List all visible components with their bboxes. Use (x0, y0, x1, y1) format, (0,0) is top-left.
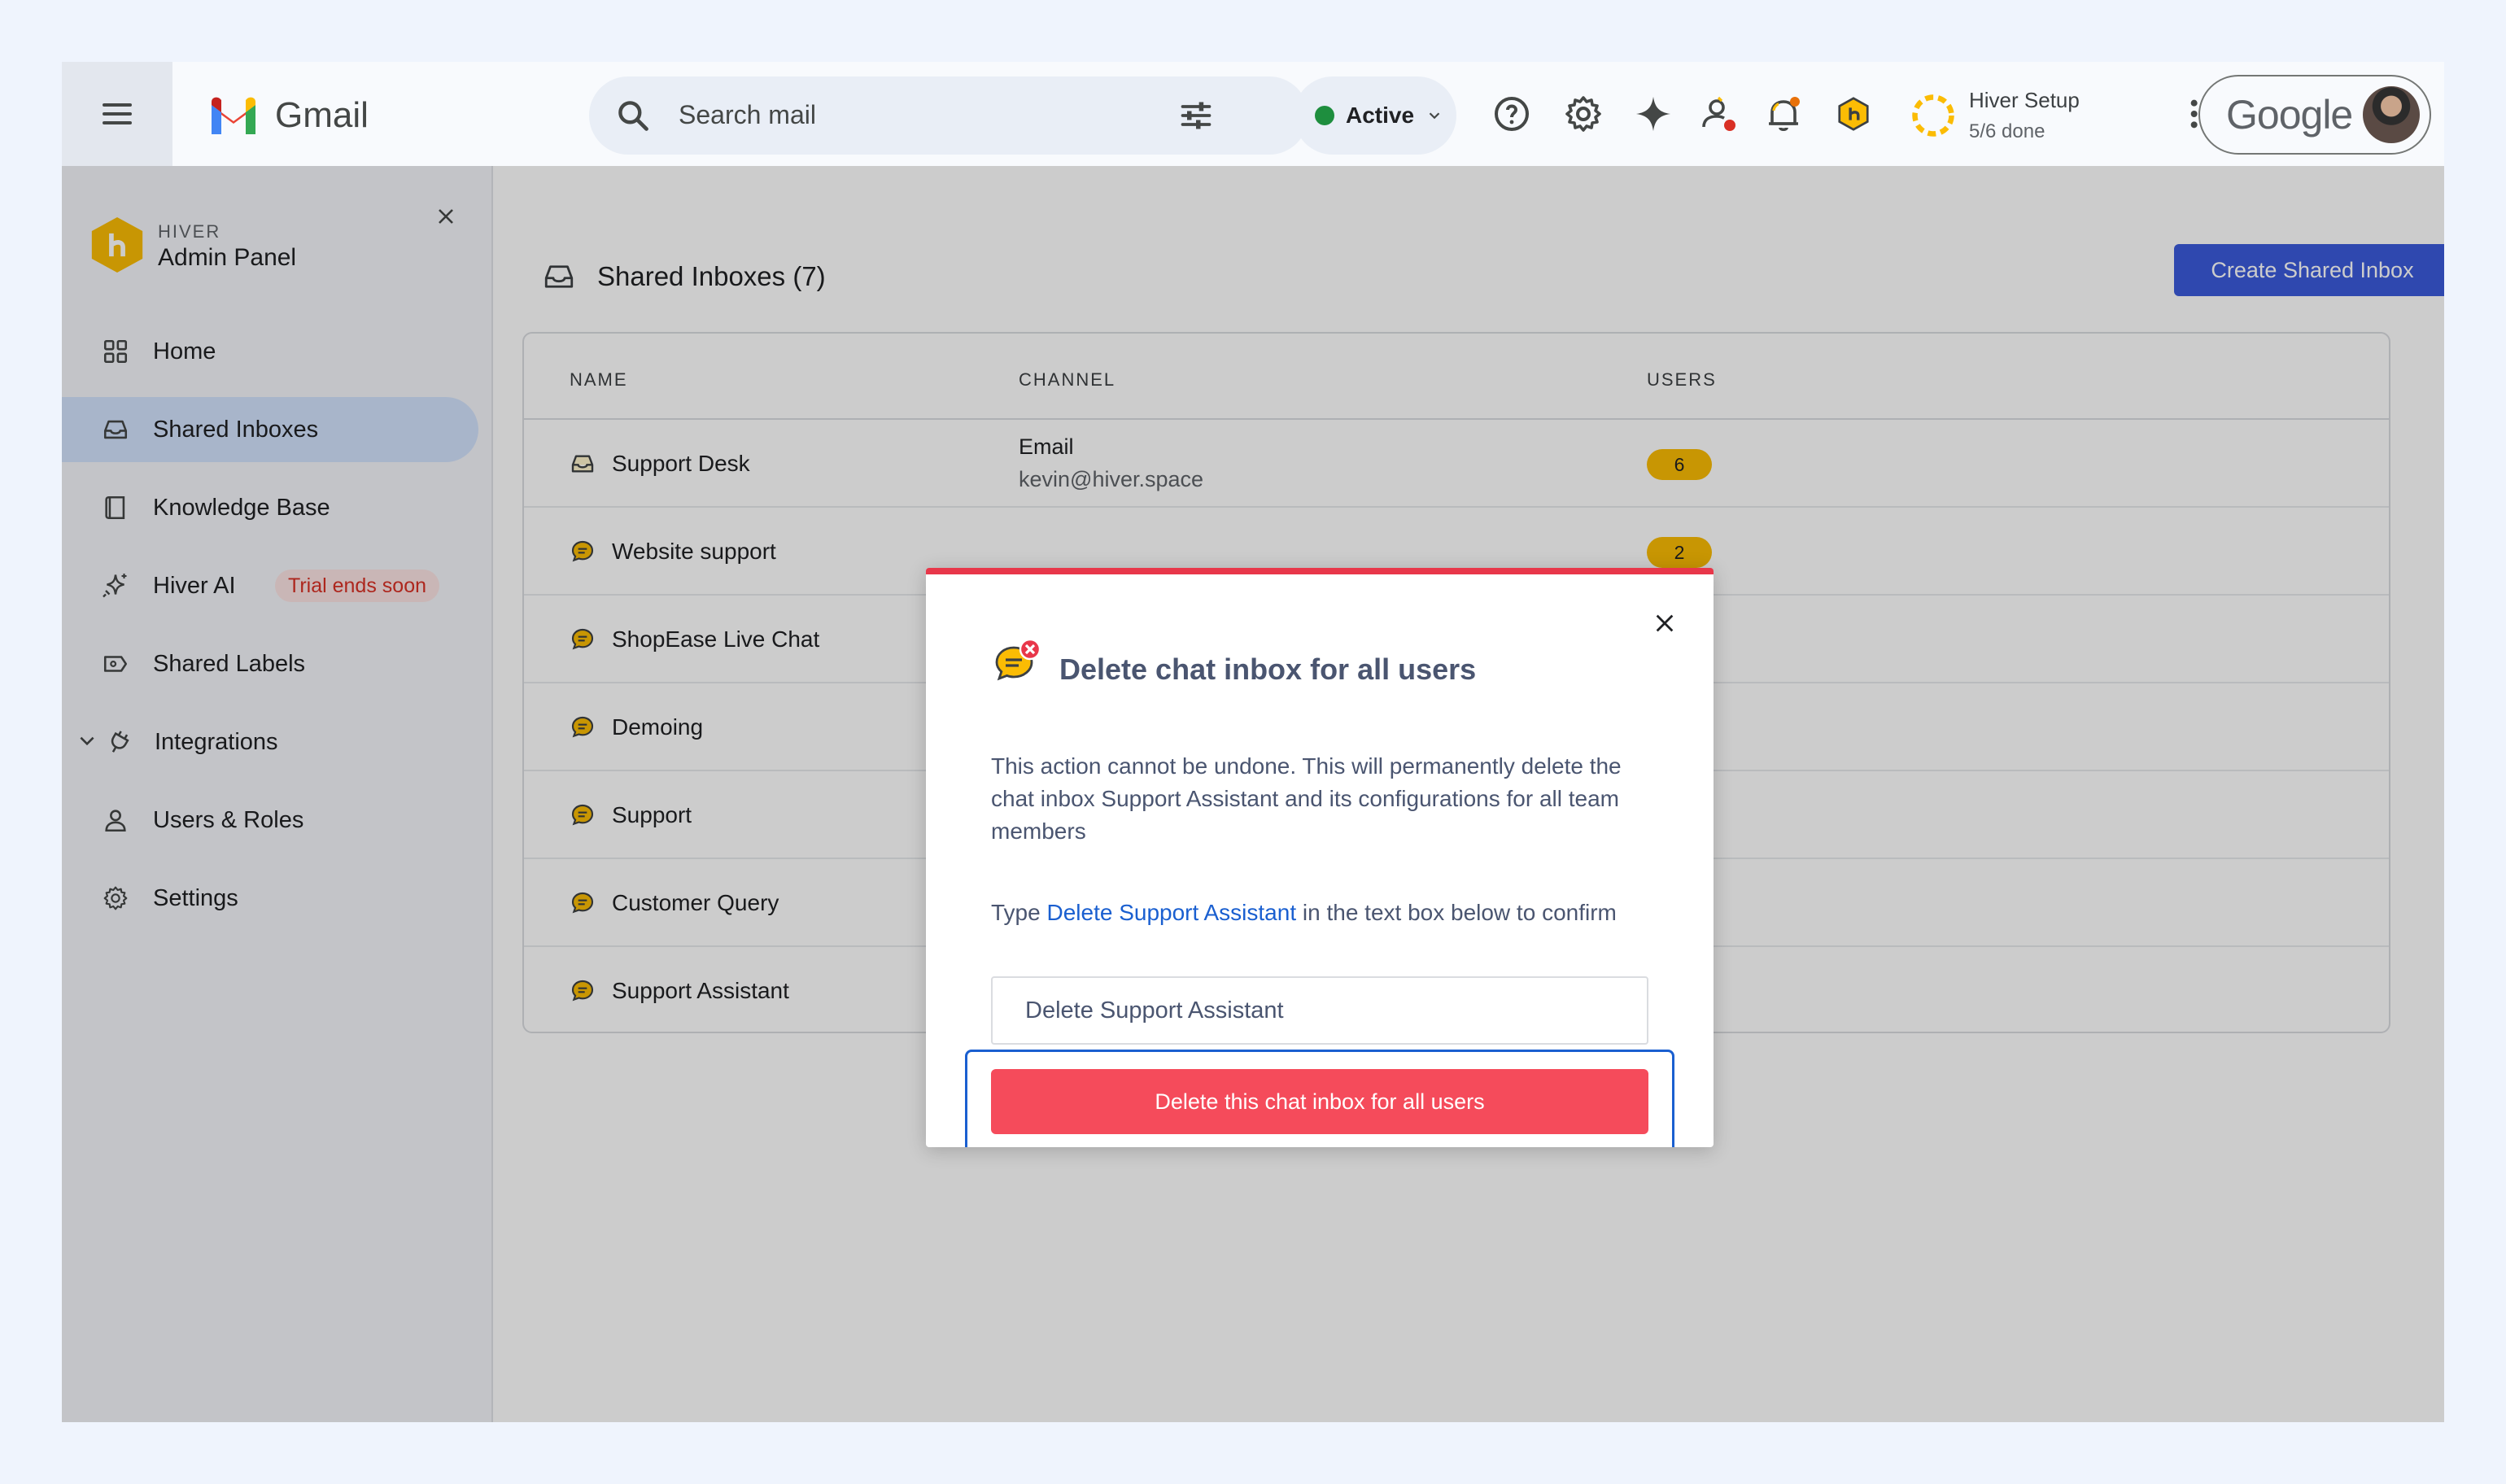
help-icon[interactable] (1491, 93, 1533, 135)
close-dialog-button[interactable] (1648, 607, 1681, 639)
hiver-extension-icon[interactable] (1832, 93, 1875, 135)
confirm-instructions: Type Delete Support Assistant in the tex… (991, 897, 1658, 929)
confirm-suffix: in the text box below to confirm (1296, 900, 1617, 925)
google-account-button[interactable]: Google (2198, 75, 2431, 155)
search-options-icon[interactable] (1178, 98, 1214, 133)
dialog-warning-text: This action cannot be undone. This will … (991, 753, 1622, 844)
status-dropdown[interactable]: Active (1294, 76, 1456, 155)
delete-chat-inbox-dialog: Delete chat inbox for all users This act… (926, 568, 1714, 1147)
gmail-logo[interactable]: Gmail (208, 94, 369, 137)
avatar (2363, 86, 2420, 143)
setup-progress-ring-icon (1912, 94, 1954, 137)
dialog-title: Delete chat inbox for all users (1059, 653, 1477, 686)
search-bar[interactable]: Search mail (589, 76, 1308, 155)
app-window: Gmail Search mail Active Hiver Setup 5/6… (62, 62, 2444, 1422)
setup-title: Hiver Setup (1969, 88, 2080, 112)
gmail-wordmark: Gmail (275, 95, 369, 135)
notifications-bell-icon[interactable] (1762, 93, 1805, 135)
google-wordmark: Google (2226, 92, 2353, 137)
hamburger-icon (103, 103, 132, 124)
search-icon[interactable] (615, 98, 651, 133)
confirm-text-input[interactable]: Delete Support Assistant (991, 976, 1648, 1045)
delete-chat-inbox-button[interactable]: Delete this chat inbox for all users (991, 1069, 1648, 1134)
close-icon (1656, 614, 1674, 632)
search-input[interactable]: Search mail (679, 100, 816, 130)
confirm-phrase: Delete Support Assistant (1046, 900, 1297, 925)
delete-chat-icon (995, 638, 1041, 681)
hiver-setup-progress[interactable]: Hiver Setup 5/6 done (1909, 85, 2104, 146)
gemini-sparkle-icon[interactable] (1632, 93, 1674, 135)
confirm-prefix: Type (991, 900, 1047, 925)
gmail-top-bar: Gmail Search mail Active Hiver Setup 5/6… (62, 62, 2444, 166)
main-menu-button[interactable] (62, 62, 172, 166)
user-status-icon[interactable] (1697, 93, 1740, 135)
gmail-m-icon (212, 97, 255, 134)
chevron-down-icon (1429, 112, 1440, 120)
status-label: Active (1346, 103, 1415, 128)
settings-icon[interactable] (1562, 93, 1604, 135)
setup-progress-text: 5/6 done (1969, 120, 2045, 142)
status-dot-icon (1315, 106, 1334, 125)
